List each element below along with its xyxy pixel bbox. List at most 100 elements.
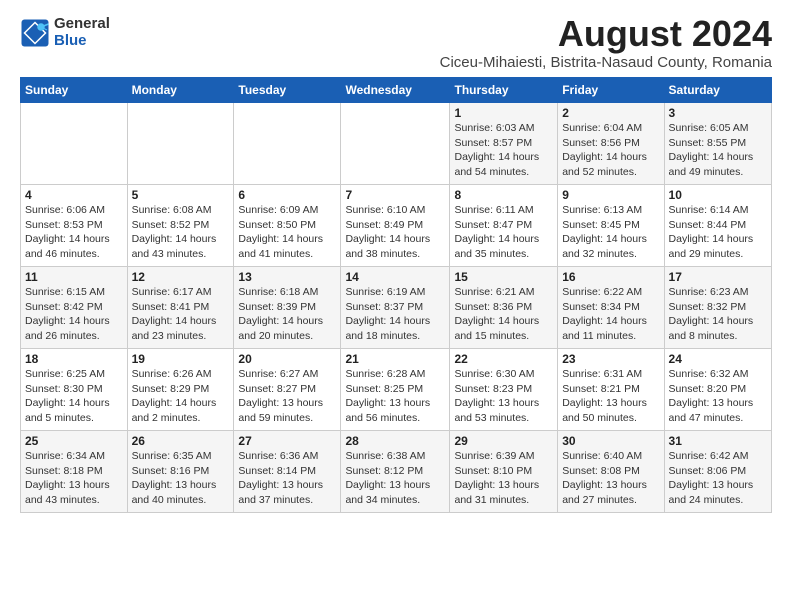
day-number: 25 [25, 434, 123, 448]
day-info: Sunrise: 6:05 AM Sunset: 8:55 PM Dayligh… [669, 121, 767, 180]
calendar-cell: 29Sunrise: 6:39 AM Sunset: 8:10 PM Dayli… [450, 431, 558, 513]
calendar-header-row: SundayMondayTuesdayWednesdayThursdayFrid… [21, 78, 772, 103]
day-number: 17 [669, 270, 767, 284]
day-of-week-header: Saturday [664, 78, 771, 103]
calendar-cell: 27Sunrise: 6:36 AM Sunset: 8:14 PM Dayli… [234, 431, 341, 513]
day-number: 24 [669, 352, 767, 366]
day-number: 27 [238, 434, 336, 448]
day-of-week-header: Thursday [450, 78, 558, 103]
day-number: 9 [562, 188, 659, 202]
calendar-cell [341, 103, 450, 185]
day-number: 12 [132, 270, 230, 284]
day-info: Sunrise: 6:19 AM Sunset: 8:37 PM Dayligh… [345, 285, 445, 344]
day-number: 14 [345, 270, 445, 284]
day-number: 15 [454, 270, 553, 284]
day-info: Sunrise: 6:09 AM Sunset: 8:50 PM Dayligh… [238, 203, 336, 262]
day-number: 5 [132, 188, 230, 202]
day-of-week-header: Sunday [21, 78, 128, 103]
day-number: 10 [669, 188, 767, 202]
calendar-cell: 7Sunrise: 6:10 AM Sunset: 8:49 PM Daylig… [341, 185, 450, 267]
day-number: 6 [238, 188, 336, 202]
calendar-cell: 2Sunrise: 6:04 AM Sunset: 8:56 PM Daylig… [558, 103, 664, 185]
day-info: Sunrise: 6:08 AM Sunset: 8:52 PM Dayligh… [132, 203, 230, 262]
day-number: 8 [454, 188, 553, 202]
calendar-cell: 12Sunrise: 6:17 AM Sunset: 8:41 PM Dayli… [127, 267, 234, 349]
header: General Blue August 2024 Ciceu-Mihaiesti… [20, 16, 772, 71]
logo-text: General Blue [54, 16, 110, 49]
day-info: Sunrise: 6:35 AM Sunset: 8:16 PM Dayligh… [132, 449, 230, 508]
day-info: Sunrise: 6:14 AM Sunset: 8:44 PM Dayligh… [669, 203, 767, 262]
calendar-week-row: 1Sunrise: 6:03 AM Sunset: 8:57 PM Daylig… [21, 103, 772, 185]
logo-general: General [54, 16, 110, 33]
calendar-cell: 18Sunrise: 6:25 AM Sunset: 8:30 PM Dayli… [21, 349, 128, 431]
day-info: Sunrise: 6:42 AM Sunset: 8:06 PM Dayligh… [669, 449, 767, 508]
calendar-cell: 26Sunrise: 6:35 AM Sunset: 8:16 PM Dayli… [127, 431, 234, 513]
calendar-cell: 13Sunrise: 6:18 AM Sunset: 8:39 PM Dayli… [234, 267, 341, 349]
day-info: Sunrise: 6:11 AM Sunset: 8:47 PM Dayligh… [454, 203, 553, 262]
day-number: 21 [345, 352, 445, 366]
day-number: 3 [669, 106, 767, 120]
day-number: 20 [238, 352, 336, 366]
calendar-cell: 21Sunrise: 6:28 AM Sunset: 8:25 PM Dayli… [341, 349, 450, 431]
day-info: Sunrise: 6:18 AM Sunset: 8:39 PM Dayligh… [238, 285, 336, 344]
day-info: Sunrise: 6:36 AM Sunset: 8:14 PM Dayligh… [238, 449, 336, 508]
calendar-cell: 10Sunrise: 6:14 AM Sunset: 8:44 PM Dayli… [664, 185, 771, 267]
day-info: Sunrise: 6:15 AM Sunset: 8:42 PM Dayligh… [25, 285, 123, 344]
calendar-cell: 11Sunrise: 6:15 AM Sunset: 8:42 PM Dayli… [21, 267, 128, 349]
calendar-cell: 24Sunrise: 6:32 AM Sunset: 8:20 PM Dayli… [664, 349, 771, 431]
calendar-cell [234, 103, 341, 185]
calendar-cell: 22Sunrise: 6:30 AM Sunset: 8:23 PM Dayli… [450, 349, 558, 431]
calendar-cell: 6Sunrise: 6:09 AM Sunset: 8:50 PM Daylig… [234, 185, 341, 267]
day-info: Sunrise: 6:04 AM Sunset: 8:56 PM Dayligh… [562, 121, 659, 180]
day-info: Sunrise: 6:30 AM Sunset: 8:23 PM Dayligh… [454, 367, 553, 426]
logo-icon [20, 18, 50, 48]
calendar-cell: 23Sunrise: 6:31 AM Sunset: 8:21 PM Dayli… [558, 349, 664, 431]
page: General Blue August 2024 Ciceu-Mihaiesti… [0, 0, 792, 523]
calendar-cell: 15Sunrise: 6:21 AM Sunset: 8:36 PM Dayli… [450, 267, 558, 349]
title-area: August 2024 Ciceu-Mihaiesti, Bistrita-Na… [440, 16, 772, 71]
day-number: 2 [562, 106, 659, 120]
day-number: 26 [132, 434, 230, 448]
day-number: 18 [25, 352, 123, 366]
day-info: Sunrise: 6:23 AM Sunset: 8:32 PM Dayligh… [669, 285, 767, 344]
calendar-week-row: 11Sunrise: 6:15 AM Sunset: 8:42 PM Dayli… [21, 267, 772, 349]
day-number: 1 [454, 106, 553, 120]
day-info: Sunrise: 6:21 AM Sunset: 8:36 PM Dayligh… [454, 285, 553, 344]
day-info: Sunrise: 6:28 AM Sunset: 8:25 PM Dayligh… [345, 367, 445, 426]
location: Ciceu-Mihaiesti, Bistrita-Nasaud County,… [440, 54, 772, 71]
calendar-cell: 9Sunrise: 6:13 AM Sunset: 8:45 PM Daylig… [558, 185, 664, 267]
day-number: 19 [132, 352, 230, 366]
calendar-cell: 3Sunrise: 6:05 AM Sunset: 8:55 PM Daylig… [664, 103, 771, 185]
month-title: August 2024 [440, 16, 772, 52]
calendar-cell: 30Sunrise: 6:40 AM Sunset: 8:08 PM Dayli… [558, 431, 664, 513]
calendar-cell: 5Sunrise: 6:08 AM Sunset: 8:52 PM Daylig… [127, 185, 234, 267]
calendar-cell: 8Sunrise: 6:11 AM Sunset: 8:47 PM Daylig… [450, 185, 558, 267]
calendar-week-row: 4Sunrise: 6:06 AM Sunset: 8:53 PM Daylig… [21, 185, 772, 267]
day-of-week-header: Tuesday [234, 78, 341, 103]
calendar-cell: 14Sunrise: 6:19 AM Sunset: 8:37 PM Dayli… [341, 267, 450, 349]
day-number: 31 [669, 434, 767, 448]
logo-blue: Blue [54, 33, 110, 50]
calendar-cell: 28Sunrise: 6:38 AM Sunset: 8:12 PM Dayli… [341, 431, 450, 513]
day-info: Sunrise: 6:39 AM Sunset: 8:10 PM Dayligh… [454, 449, 553, 508]
calendar-cell: 1Sunrise: 6:03 AM Sunset: 8:57 PM Daylig… [450, 103, 558, 185]
day-number: 23 [562, 352, 659, 366]
day-number: 4 [25, 188, 123, 202]
day-info: Sunrise: 6:25 AM Sunset: 8:30 PM Dayligh… [25, 367, 123, 426]
day-number: 16 [562, 270, 659, 284]
calendar-cell: 4Sunrise: 6:06 AM Sunset: 8:53 PM Daylig… [21, 185, 128, 267]
day-number: 13 [238, 270, 336, 284]
day-info: Sunrise: 6:17 AM Sunset: 8:41 PM Dayligh… [132, 285, 230, 344]
day-info: Sunrise: 6:03 AM Sunset: 8:57 PM Dayligh… [454, 121, 553, 180]
day-info: Sunrise: 6:38 AM Sunset: 8:12 PM Dayligh… [345, 449, 445, 508]
calendar-cell [21, 103, 128, 185]
calendar-week-row: 25Sunrise: 6:34 AM Sunset: 8:18 PM Dayli… [21, 431, 772, 513]
calendar-cell: 31Sunrise: 6:42 AM Sunset: 8:06 PM Dayli… [664, 431, 771, 513]
day-of-week-header: Monday [127, 78, 234, 103]
day-info: Sunrise: 6:34 AM Sunset: 8:18 PM Dayligh… [25, 449, 123, 508]
day-number: 11 [25, 270, 123, 284]
day-info: Sunrise: 6:32 AM Sunset: 8:20 PM Dayligh… [669, 367, 767, 426]
day-number: 7 [345, 188, 445, 202]
calendar-week-row: 18Sunrise: 6:25 AM Sunset: 8:30 PM Dayli… [21, 349, 772, 431]
calendar-cell: 20Sunrise: 6:27 AM Sunset: 8:27 PM Dayli… [234, 349, 341, 431]
